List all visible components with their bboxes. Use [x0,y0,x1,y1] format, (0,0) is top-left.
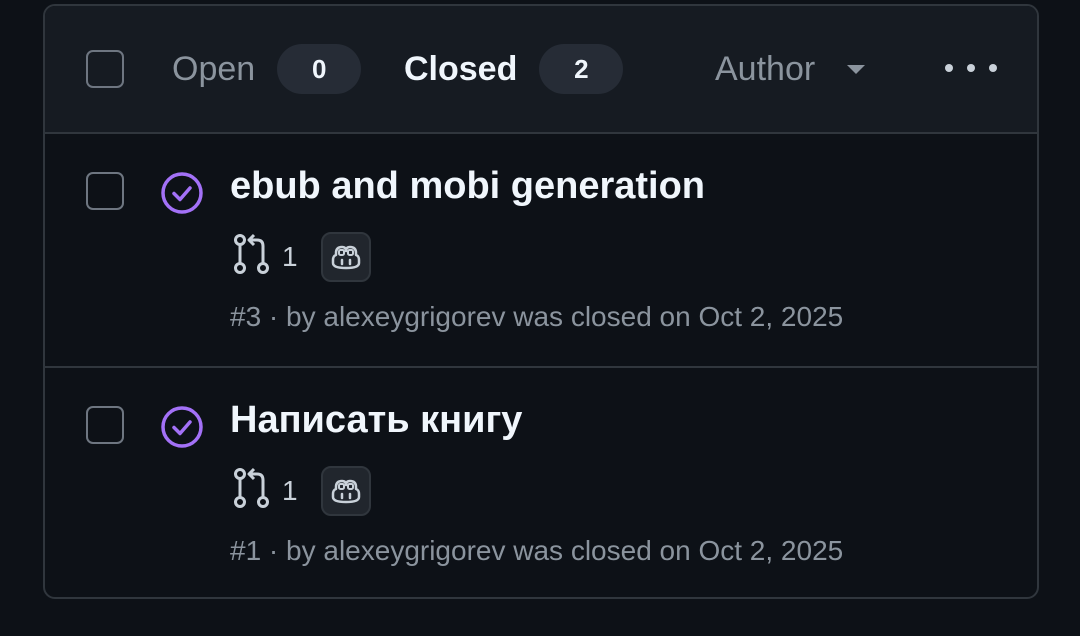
closed-completed-icon [161,406,203,448]
git-pull-request-icon [234,467,269,508]
copilot-icon [331,479,361,504]
kebab-horizontal-icon-dot [967,64,975,72]
author-filter-dropdown[interactable]: Author [715,44,866,94]
copilot-badge[interactable] [321,466,371,516]
closed-count-badge: 2 [539,44,624,94]
issue-select-checkbox[interactable] [86,172,124,210]
copilot-badge[interactable] [321,232,371,282]
linked-pr-count: 1 [282,241,298,272]
open-count-badge: 0 [277,44,362,94]
author-filter-label: Author [715,49,816,88]
kebab-horizontal-icon-dot [989,64,997,72]
closed-filter-tab[interactable]: Closed 2 [404,44,624,94]
issue-title-link[interactable]: Написать книгу [230,398,522,442]
open-filter-label: Open [172,50,256,88]
select-all-checkbox[interactable] [86,50,124,88]
issue-row[interactable]: Написать книгу 1 #1 · by alexeygrigorev … [45,368,1037,597]
git-pull-request-icon [234,233,269,274]
issue-meta-text: #3 · by alexeygrigorev was closed on Oct… [230,301,844,332]
issues-list-header: Open 0 Closed 2 Author [45,6,1037,134]
issues-list-panel: Open 0 Closed 2 Author ebub and mobi gen… [43,4,1039,599]
issue-select-checkbox[interactable] [86,406,124,444]
issue-meta-text: #1 · by alexeygrigorev was closed on Oct… [230,535,844,566]
issue-title-link[interactable]: ebub and mobi generation [230,164,705,208]
open-filter-tab[interactable]: Open 0 [172,44,362,94]
closed-completed-icon [161,172,203,214]
linked-pr-count: 1 [282,475,298,506]
copilot-icon [331,245,361,270]
closed-filter-label: Closed [404,50,518,88]
triangle-down-icon [847,64,866,74]
kebab-horizontal-icon-dot [945,64,953,72]
more-options-button[interactable] [945,48,997,88]
issue-row[interactable]: ebub and mobi generation 1 #3 · by alexe… [45,134,1037,368]
